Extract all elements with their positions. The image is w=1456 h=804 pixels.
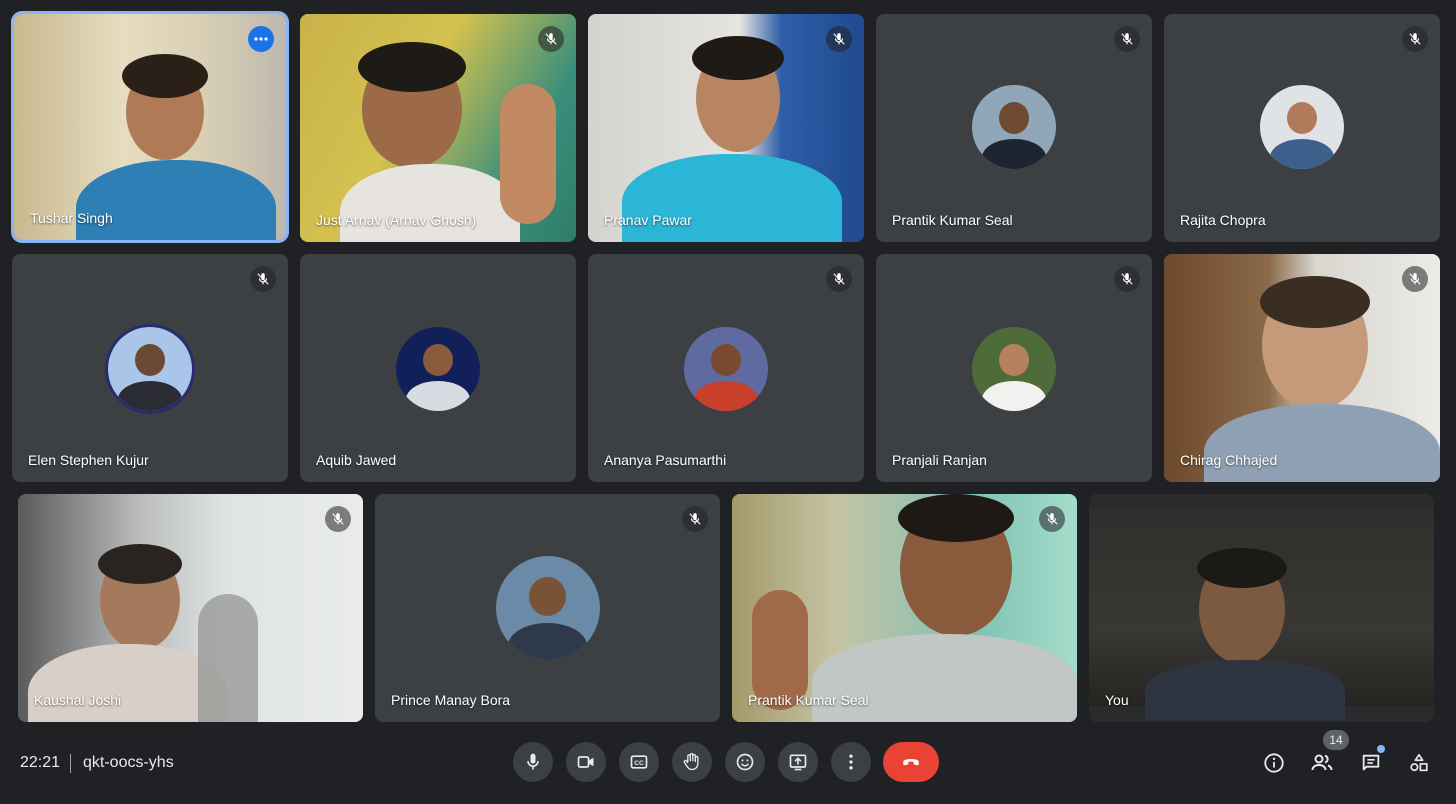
participant-name: You xyxy=(1105,692,1129,708)
present-screen-icon xyxy=(789,754,807,771)
more-options-button[interactable] xyxy=(831,742,871,782)
video-feed xyxy=(1089,510,1434,720)
people-button[interactable] xyxy=(1309,750,1335,776)
camera-button[interactable] xyxy=(566,742,606,782)
participant-name: Aquib Jawed xyxy=(316,452,397,468)
reactions-button[interactable] xyxy=(725,742,765,782)
divider xyxy=(70,754,71,773)
avatar xyxy=(972,327,1056,411)
video-feed xyxy=(1164,254,1440,482)
participant-tile-prantik-kumar-seal-video[interactable]: Prantik Kumar Seal xyxy=(732,494,1077,722)
participant-tile-pranjali-ranjan[interactable]: Pranjali Ranjan xyxy=(876,254,1152,482)
mic-off-icon xyxy=(1039,506,1065,532)
mic-off-icon xyxy=(250,266,276,292)
mic-off-icon xyxy=(826,266,852,292)
mic-off-icon xyxy=(538,26,564,52)
mic-off-icon xyxy=(1402,26,1428,52)
microphone-icon xyxy=(527,753,539,770)
participant-name: Tushar Singh xyxy=(30,210,113,226)
participant-tile-ananya-pasumarthi[interactable]: Ananya Pasumarthi xyxy=(588,254,864,482)
present-button[interactable] xyxy=(778,742,818,782)
more-horiz-icon xyxy=(254,37,268,41)
svg-text:CC: CC xyxy=(634,760,644,767)
video-feed xyxy=(18,494,363,722)
participant-tile-rajita-chopra[interactable]: Rajita Chopra xyxy=(1164,14,1440,242)
video-feed xyxy=(732,494,1077,722)
participant-tile-kaushal-joshi[interactable]: Kaushal Joshi xyxy=(18,494,363,722)
closed-captions-icon: CC xyxy=(630,755,648,769)
mic-off-icon xyxy=(1114,266,1140,292)
participant-name: Elen Stephen Kujur xyxy=(28,452,149,468)
video-feed xyxy=(588,14,864,242)
participant-name: Prantik Kumar Seal xyxy=(748,692,869,708)
participant-tile-pranav-pawar[interactable]: Pranav Pawar xyxy=(588,14,864,242)
captions-button[interactable]: CC xyxy=(619,742,659,782)
raise-hand-button[interactable] xyxy=(672,742,712,782)
participant-name: Rajita Chopra xyxy=(1180,212,1266,228)
mic-off-icon xyxy=(826,26,852,52)
avatar xyxy=(1260,85,1344,169)
participant-name: Prantik Kumar Seal xyxy=(892,212,1013,228)
participant-tile-arnav-ghosh[interactable]: Just Arnav (Arnav Ghosh) xyxy=(300,14,576,242)
avatar xyxy=(108,327,192,411)
participant-name: Ananya Pasumarthi xyxy=(604,452,727,468)
participant-tile-elen-stephen-kujur[interactable]: Elen Stephen Kujur xyxy=(12,254,288,482)
call-end-icon xyxy=(903,759,919,766)
chat-button[interactable] xyxy=(1358,750,1384,776)
activities-icon xyxy=(1410,753,1428,772)
participant-name: Pranjali Ranjan xyxy=(892,452,987,468)
avatar xyxy=(396,327,480,411)
video-camera-icon xyxy=(577,756,594,768)
avatar xyxy=(972,85,1056,169)
leave-call-button[interactable] xyxy=(883,742,939,782)
info-icon xyxy=(1264,753,1284,773)
participant-tile-self[interactable]: You xyxy=(1089,494,1434,722)
people-count-badge: 14 xyxy=(1323,730,1349,750)
participant-name: Chirag Chhajed xyxy=(1180,452,1278,468)
avatar xyxy=(684,327,768,411)
participant-name: Kaushal Joshi xyxy=(34,692,122,708)
mic-off-icon xyxy=(1402,266,1428,292)
activities-button[interactable] xyxy=(1406,750,1432,776)
video-feed xyxy=(300,14,576,242)
meeting-toolbar: 22:21 qkt-oocs-yhs CC 14 xyxy=(0,730,1456,804)
mic-off-icon xyxy=(325,506,351,532)
meeting-code: qkt-oocs-yhs xyxy=(83,754,174,771)
participant-tile-aquib-jawed[interactable]: Aquib Jawed xyxy=(300,254,576,482)
current-time: 22:21 xyxy=(20,754,61,771)
participant-name: Just Arnav (Arnav Ghosh) xyxy=(316,212,477,228)
chat-unread-dot xyxy=(1377,745,1385,753)
more-options-button[interactable] xyxy=(248,26,274,52)
participant-tile-chirag-chhajed[interactable]: Chirag Chhajed xyxy=(1164,254,1440,482)
emoji-icon xyxy=(736,753,754,771)
avatar xyxy=(495,556,600,660)
microphone-button[interactable] xyxy=(513,742,553,782)
participant-tile-tushar-singh[interactable]: Tushar Singh xyxy=(14,14,286,240)
more-vert-icon xyxy=(849,754,853,770)
participant-tile-prantik-kumar-seal[interactable]: Prantik Kumar Seal xyxy=(876,14,1152,242)
people-icon xyxy=(1311,754,1333,771)
video-feed xyxy=(14,14,286,240)
chat-icon xyxy=(1362,754,1380,771)
meeting-details-button[interactable] xyxy=(1261,750,1287,776)
mic-off-icon xyxy=(1114,26,1140,52)
participant-name: Pranav Pawar xyxy=(604,212,692,228)
raise-hand-icon xyxy=(683,753,699,771)
participant-name: Prince Manay Bora xyxy=(391,692,511,708)
participant-tile-prince-manay-bora[interactable]: Prince Manay Bora xyxy=(375,494,720,722)
mic-off-icon xyxy=(682,506,708,532)
